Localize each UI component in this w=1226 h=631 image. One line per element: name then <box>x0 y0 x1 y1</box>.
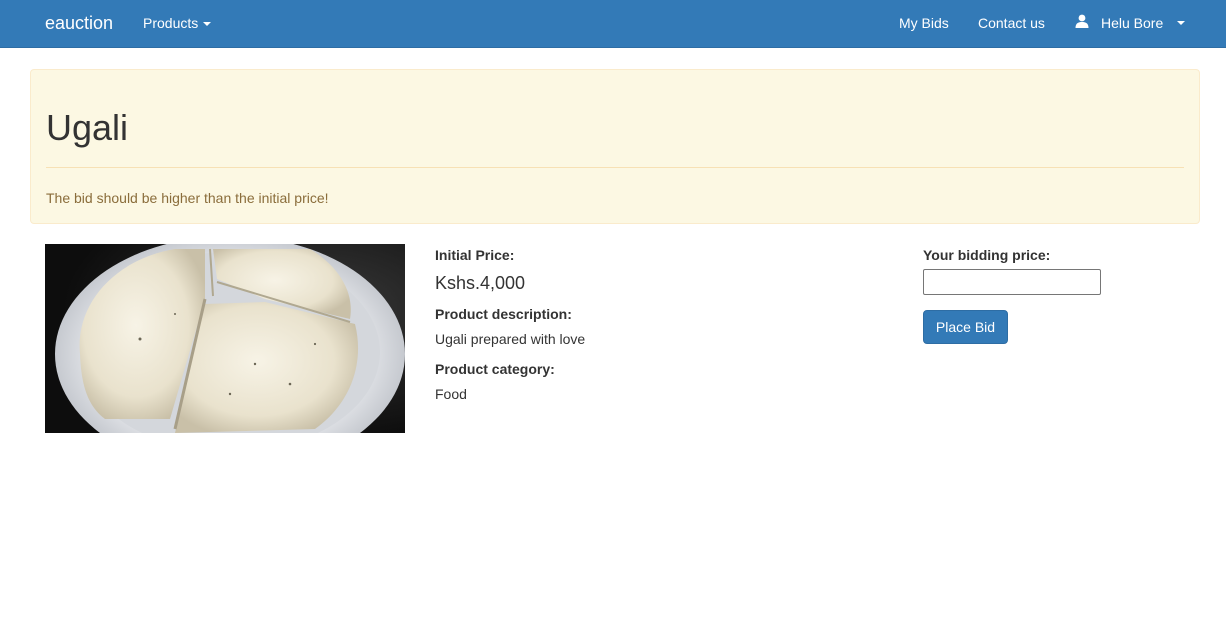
bid-price-input[interactable] <box>923 269 1101 295</box>
initial-price-label: Initial Price: <box>435 247 515 263</box>
description-value: Ugali prepared with love <box>435 331 586 347</box>
category-label: Product category: <box>435 361 555 377</box>
place-bid-button[interactable]: Place Bid <box>923 310 1008 344</box>
category-value: Food <box>435 386 467 402</box>
contact-link[interactable]: Contact us <box>978 15 1045 31</box>
warning-alert: Ugali The bid should be higher than the … <box>30 69 1200 224</box>
divider <box>46 167 1184 168</box>
chevron-down-icon <box>203 22 212 27</box>
initial-price-value: Kshs.4,000 <box>435 273 526 293</box>
bid-price-label: Your bidding price: <box>923 247 1051 263</box>
products-dropdown[interactable]: Products <box>143 15 212 31</box>
alert-message: The bid should be higher than the initia… <box>46 190 329 206</box>
product-image <box>45 244 405 433</box>
top-navbar: eauction Products My Bids Contact us Hel… <box>0 0 1226 48</box>
user-menu[interactable]: Helu Bore <box>1101 15 1163 31</box>
my-bids-link[interactable]: My Bids <box>899 15 949 31</box>
chevron-down-icon[interactable] <box>1177 21 1185 25</box>
user-icon[interactable] <box>1075 14 1089 28</box>
products-label: Products <box>143 15 199 31</box>
ugali-photo-icon <box>45 244 405 433</box>
description-label: Product description: <box>435 306 572 322</box>
product-title: Ugali <box>46 107 129 148</box>
brand-link[interactable]: eauction <box>45 13 113 34</box>
